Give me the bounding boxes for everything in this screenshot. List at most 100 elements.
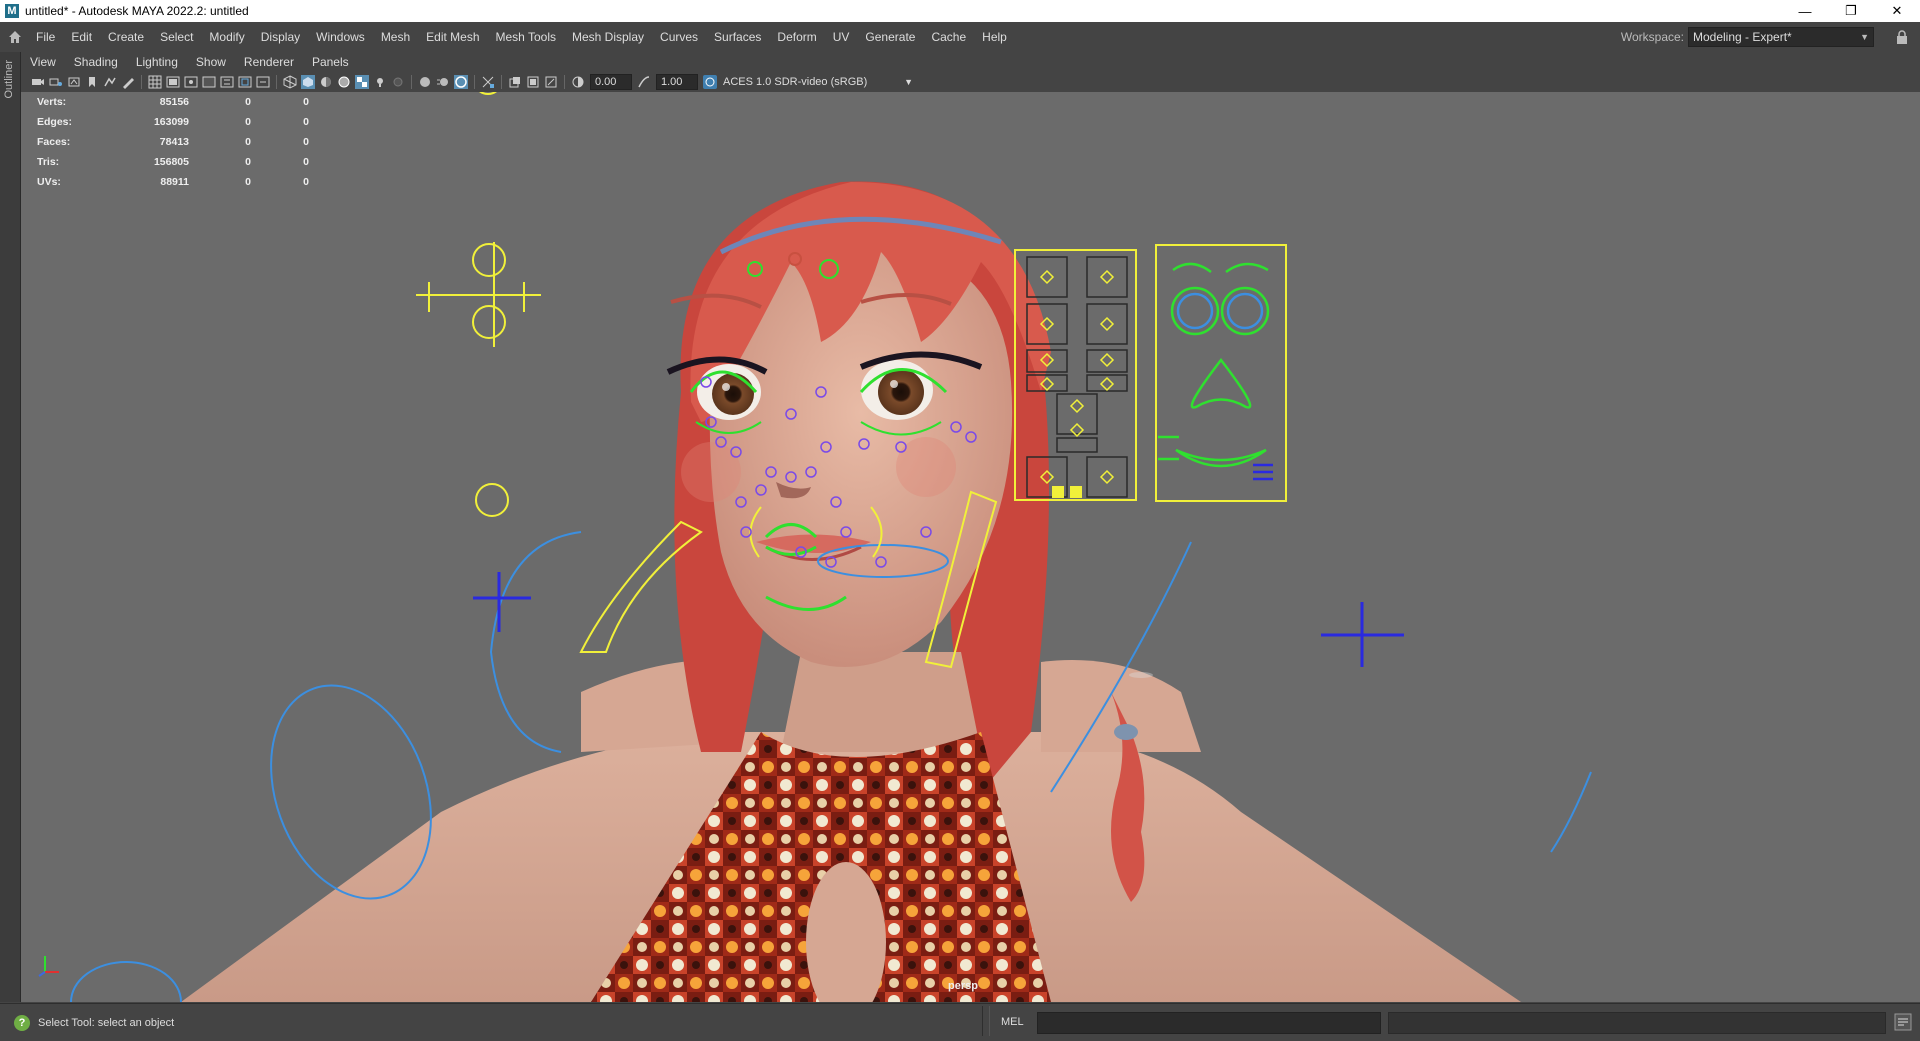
panel-toolbar: 0.00 1.00 ACES 1.0 SDR-video (sRGB) ▼ — [21, 72, 1920, 92]
menu-deform[interactable]: Deform — [769, 22, 824, 52]
window-title: untitled* - Autodesk MAYA 2022.2: untitl… — [25, 4, 249, 18]
workspace-dropdown[interactable]: Modeling - Expert* ▼ — [1688, 27, 1874, 47]
view-axis-icon — [35, 950, 65, 983]
menu-mesh-tools[interactable]: Mesh Tools — [488, 22, 564, 52]
command-line-splitter[interactable] — [982, 1006, 990, 1036]
menu-modify[interactable]: Modify — [201, 22, 252, 52]
xray-icon[interactable] — [481, 75, 495, 89]
safe-action-icon[interactable] — [238, 75, 252, 89]
menu-surfaces[interactable]: Surfaces — [706, 22, 769, 52]
viewport-persp[interactable]: Verts: 85156 0 0 Edges: 163099 0 0 Faces: 78413… — [21, 92, 1920, 1002]
menu-create[interactable]: Create — [100, 22, 152, 52]
menu-curves[interactable]: Curves — [652, 22, 706, 52]
script-editor-icon[interactable] — [1894, 1013, 1912, 1031]
camera-lock-icon[interactable] — [49, 75, 63, 89]
menu-mesh[interactable]: Mesh — [373, 22, 418, 52]
menu-cache[interactable]: Cache — [923, 22, 974, 52]
panel-menu-show[interactable]: Show — [187, 55, 235, 69]
restore-button[interactable]: ❐ — [1828, 0, 1874, 22]
image-plane-icon[interactable] — [103, 75, 117, 89]
maya-logo-icon: M — [5, 4, 19, 18]
shadows-icon[interactable] — [391, 75, 405, 89]
color-management-icon[interactable] — [703, 75, 717, 89]
panel-menu-bar: View Shading Lighting Show Renderer Pane… — [21, 52, 1920, 72]
bookmark-icon[interactable] — [85, 75, 99, 89]
help-icon[interactable]: ? — [14, 1014, 30, 1031]
hud-row-tris: Tris: 156805 0 0 — [37, 156, 309, 168]
workspace-value: Modeling - Expert* — [1693, 30, 1792, 44]
command-result-field — [1388, 1012, 1886, 1034]
workspace-label: Workspace: — [1620, 30, 1684, 44]
outliner-strip[interactable]: Outliner — [0, 52, 21, 1002]
panel-menu-panels[interactable]: Panels — [303, 55, 358, 69]
camera-select-icon[interactable] — [31, 75, 45, 89]
frame-all-icon[interactable] — [526, 75, 540, 89]
smooth-shade-icon[interactable] — [301, 75, 315, 89]
exposure-icon[interactable] — [571, 75, 585, 89]
gamma-field[interactable]: 1.00 — [656, 74, 698, 90]
menu-windows[interactable]: Windows — [308, 22, 373, 52]
screen-space-ao-icon[interactable] — [418, 75, 432, 89]
toolbar-separator — [141, 75, 142, 89]
isolate-select-icon[interactable] — [508, 75, 522, 89]
frame-selection-icon[interactable] — [544, 75, 558, 89]
hud-row-faces: Faces: 78413 0 0 — [37, 136, 309, 148]
camera-name-label: persp — [948, 980, 978, 992]
lock-icon[interactable] — [1892, 27, 1912, 47]
film-gate-icon[interactable] — [166, 75, 180, 89]
workspace-selector: Workspace: Modeling - Expert* ▼ — [1621, 22, 1874, 52]
use-default-material-icon[interactable] — [319, 75, 333, 89]
wireframe-icon[interactable] — [283, 75, 297, 89]
panel-menu-renderer[interactable]: Renderer — [235, 55, 303, 69]
toolbar-separator — [474, 75, 475, 89]
chevron-down-icon: ▼ — [904, 77, 913, 87]
menu-edit-mesh[interactable]: Edit Mesh — [418, 22, 487, 52]
gate-mask-icon[interactable] — [202, 75, 216, 89]
panel-menu-view[interactable]: View — [21, 55, 65, 69]
textured-icon[interactable] — [355, 75, 369, 89]
view-transform-value: ACES 1.0 SDR-video (sRGB) — [723, 76, 868, 88]
grid-icon[interactable] — [148, 75, 162, 89]
menu-display[interactable]: Display — [253, 22, 308, 52]
toolbar-separator — [564, 75, 565, 89]
main-menu-bar: File Edit Create Select Modify Display W… — [0, 22, 1920, 53]
lights-icon[interactable] — [373, 75, 387, 89]
menu-select[interactable]: Select — [152, 22, 201, 52]
menu-help[interactable]: Help — [974, 22, 1015, 52]
menu-file[interactable]: File — [28, 22, 63, 52]
scene-render — [70, 92, 1592, 1002]
menu-mesh-display[interactable]: Mesh Display — [564, 22, 652, 52]
poly-count-hud: Verts: 85156 0 0 Edges: 163099 0 0 Faces: 78413… — [37, 92, 309, 192]
panel-menu-shading[interactable]: Shading — [65, 55, 127, 69]
grease-pencil-icon[interactable] — [121, 75, 135, 89]
chevron-down-icon: ▼ — [1860, 32, 1869, 42]
panel-menu-lighting[interactable]: Lighting — [127, 55, 187, 69]
wireframe-on-shaded-icon[interactable] — [337, 75, 351, 89]
menu-uv[interactable]: UV — [825, 22, 858, 52]
toolbar-separator — [411, 75, 412, 89]
resolution-gate-icon[interactable] — [184, 75, 198, 89]
menu-edit[interactable]: Edit — [63, 22, 100, 52]
exposure-field[interactable]: 0.00 — [590, 74, 632, 90]
field-chart-icon[interactable] — [220, 75, 234, 89]
help-line-text: Select Tool: select an object — [38, 1016, 175, 1029]
window-controls: — ❐ ✕ — [1782, 0, 1920, 22]
title-bar: M untitled* - Autodesk MAYA 2022.2: unti… — [0, 0, 1920, 22]
hud-row-edges: Edges: 163099 0 0 — [37, 116, 309, 128]
anti-aliasing-icon[interactable] — [454, 75, 468, 89]
view-transform-dropdown[interactable]: ACES 1.0 SDR-video (sRGB) ▼ — [723, 75, 913, 89]
toolbar-separator — [501, 75, 502, 89]
minimize-button[interactable]: — — [1782, 0, 1828, 22]
close-button[interactable]: ✕ — [1874, 0, 1920, 22]
hud-row-verts: Verts: 85156 0 0 — [37, 96, 309, 108]
motion-blur-icon[interactable] — [436, 75, 450, 89]
mel-language-toggle[interactable]: MEL — [1001, 1016, 1024, 1028]
home-icon[interactable] — [2, 24, 28, 50]
camera-attributes-icon[interactable] — [67, 75, 81, 89]
toolbar-separator — [276, 75, 277, 89]
command-input[interactable] — [1037, 1012, 1381, 1034]
outliner-tab-label[interactable]: Outliner — [3, 60, 15, 99]
menu-generate[interactable]: Generate — [857, 22, 923, 52]
gamma-icon[interactable] — [637, 75, 651, 89]
safe-title-icon[interactable] — [256, 75, 270, 89]
